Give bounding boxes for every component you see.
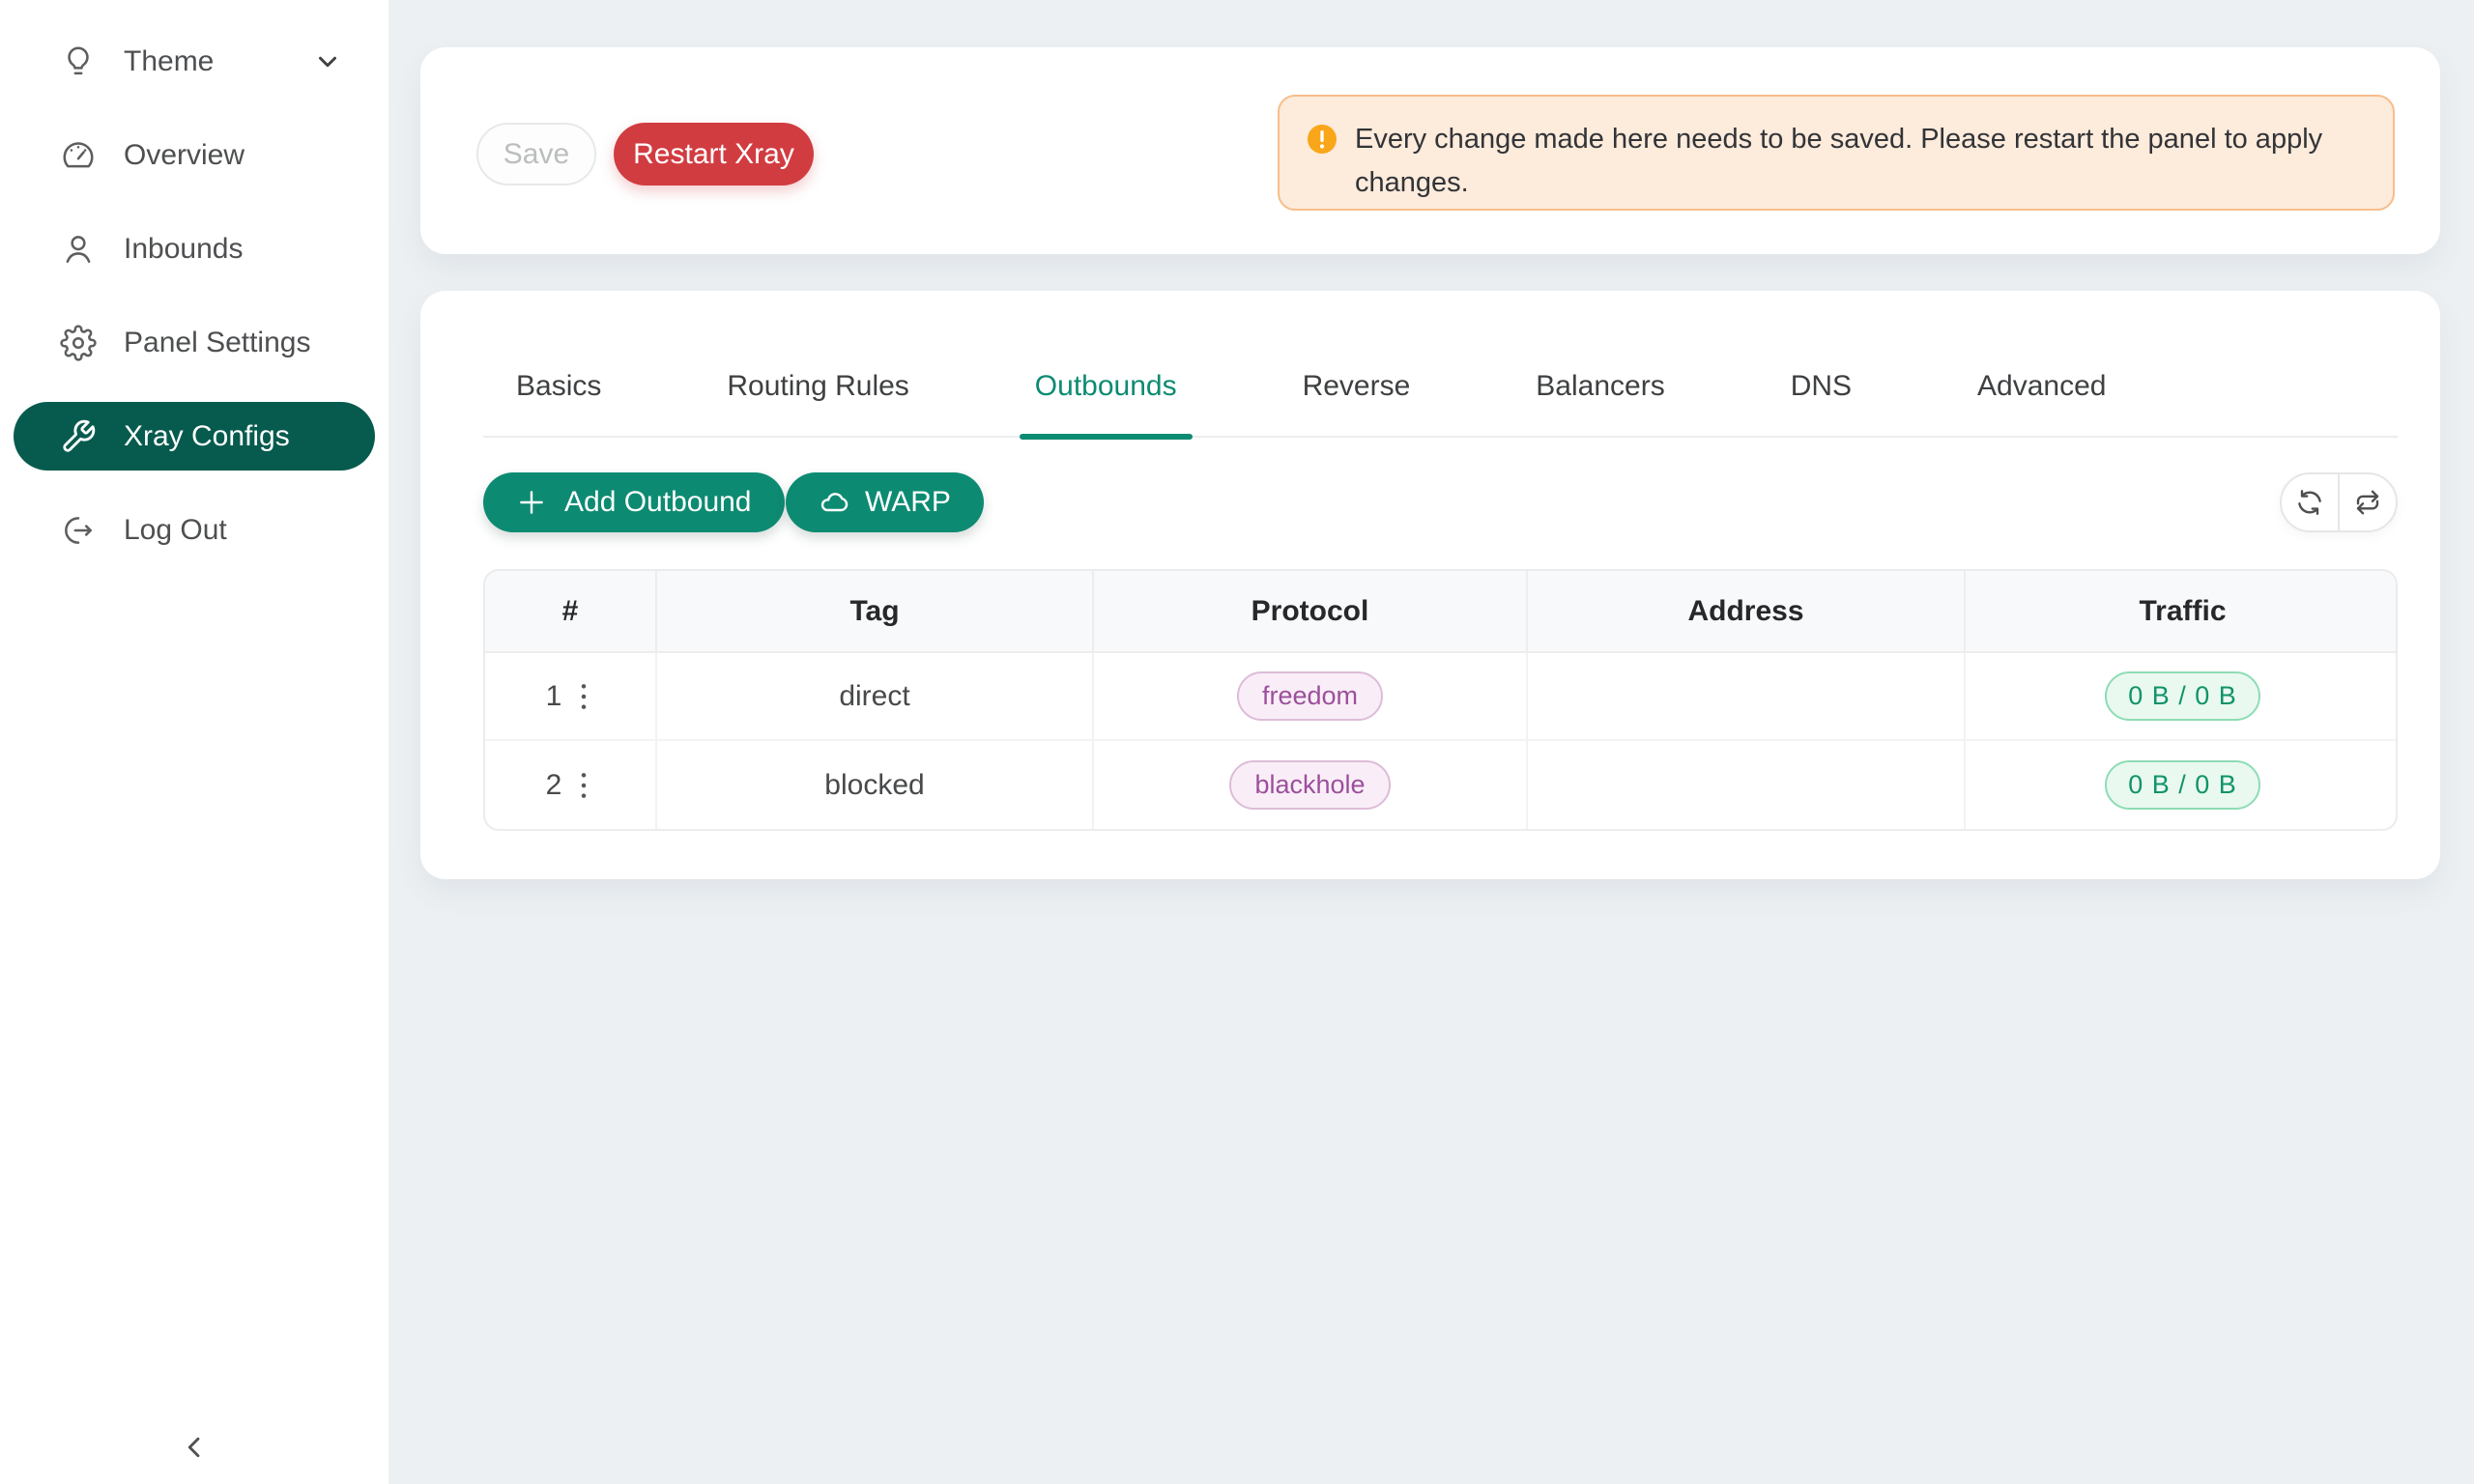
gear-icon <box>60 325 97 361</box>
sidebar: Theme Overview <box>0 0 388 1484</box>
warp-button[interactable]: WARP <box>786 472 984 532</box>
alert-message: Every change made here needs to be saved… <box>1355 118 2354 205</box>
outbounds-table: # Tag Protocol Address Traffic 1 <box>483 569 2398 831</box>
save-button[interactable]: Save <box>476 123 596 186</box>
sidebar-item-label: Xray Configs <box>124 420 342 453</box>
wrench-icon <box>60 418 97 455</box>
refresh-icon <box>2295 488 2324 517</box>
cloud-icon <box>819 487 849 518</box>
protocol-badge: blackhole <box>1229 760 1390 810</box>
more-vertical-icon <box>577 681 590 712</box>
sidebar-item-label: Inbounds <box>124 233 342 266</box>
warp-label: WARP <box>865 486 951 519</box>
col-header-protocol: Protocol <box>1094 571 1528 653</box>
row-menu-button[interactable] <box>573 677 594 716</box>
tab-advanced[interactable]: Advanced <box>1962 370 2121 436</box>
traffic-badge: 0 B / 0 B <box>2105 671 2260 721</box>
row-tag: direct <box>657 653 1094 741</box>
repeat-icon <box>2353 488 2382 517</box>
sidebar-item-overview[interactable]: Overview <box>14 121 375 189</box>
sidebar-item-theme[interactable]: Theme <box>14 27 375 96</box>
row-index: 1 <box>546 680 562 713</box>
xray-configs-card: Basics Routing Rules Outbounds Reverse B… <box>420 291 2440 879</box>
table-row: 1 <box>485 653 2398 741</box>
row-index: 2 <box>546 769 562 802</box>
col-header-index: # <box>485 571 657 653</box>
tab-balancers[interactable]: Balancers <box>1520 370 1680 436</box>
traffic-badge: 0 B / 0 B <box>2105 760 2260 810</box>
table-row: 2 <box>485 741 2398 829</box>
dashboard-icon <box>60 137 97 174</box>
tab-outbounds[interactable]: Outbounds <box>1020 370 1193 436</box>
add-outbound-button[interactable]: Add Outbound <box>483 472 785 532</box>
table-tools <box>2280 472 2398 532</box>
plus-icon <box>516 487 547 518</box>
tab-reverse[interactable]: Reverse <box>1287 370 1426 436</box>
config-tabs: Basics Routing Rules Outbounds Reverse B… <box>483 291 2398 438</box>
col-header-traffic: Traffic <box>1966 571 2398 653</box>
chevron-left-icon <box>176 1429 213 1466</box>
sidebar-item-label: Log Out <box>124 514 342 547</box>
more-vertical-icon <box>577 770 590 801</box>
chevron-down-icon <box>313 47 342 76</box>
logout-icon <box>60 512 97 549</box>
bulb-icon <box>60 43 97 80</box>
row-tag: blocked <box>657 741 1094 829</box>
sidebar-item-label: Overview <box>124 139 342 172</box>
user-icon <box>60 231 97 268</box>
sidebar-item-inbounds[interactable]: Inbounds <box>14 214 375 283</box>
actions-card: Save Restart Xray Every change made here… <box>420 47 2440 254</box>
tab-dns[interactable]: DNS <box>1775 370 1867 436</box>
protocol-badge: freedom <box>1237 671 1383 721</box>
sidebar-item-log-out[interactable]: Log Out <box>14 496 375 564</box>
sidebar-item-panel-settings[interactable]: Panel Settings <box>14 308 375 377</box>
restart-warning-alert: Every change made here needs to be saved… <box>1278 95 2395 211</box>
col-header-address: Address <box>1528 571 1966 653</box>
col-header-tag: Tag <box>657 571 1094 653</box>
restart-xray-button[interactable]: Restart Xray <box>614 123 814 186</box>
row-address <box>1528 741 1966 829</box>
sidebar-collapse-button[interactable] <box>0 1426 388 1469</box>
row-address <box>1528 653 1966 741</box>
row-menu-button[interactable] <box>573 766 594 805</box>
tab-basics[interactable]: Basics <box>501 370 617 436</box>
repeat-button[interactable] <box>2340 474 2396 530</box>
refresh-button[interactable] <box>2282 474 2340 530</box>
add-outbound-label: Add Outbound <box>564 486 752 519</box>
tab-routing-rules[interactable]: Routing Rules <box>711 370 924 436</box>
sidebar-item-xray-configs[interactable]: Xray Configs <box>14 402 375 471</box>
sidebar-item-label: Panel Settings <box>124 327 342 359</box>
warning-icon <box>1305 122 1339 157</box>
sidebar-item-label: Theme <box>124 45 313 78</box>
